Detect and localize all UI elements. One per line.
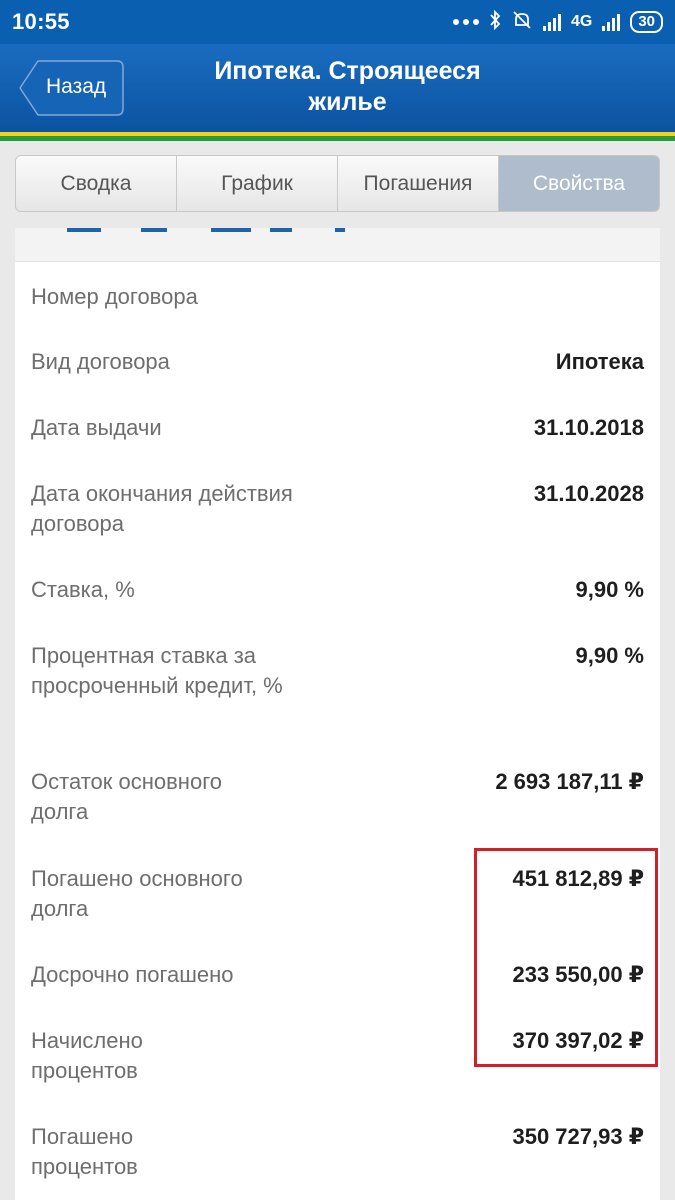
segmented-tabs: Сводка График Погашения Свойства	[15, 155, 660, 212]
tab-schedule[interactable]: График	[177, 156, 338, 211]
back-button[interactable]: Назад	[18, 60, 124, 116]
mute-icon	[511, 10, 533, 35]
page-title-line-2: жилье	[308, 88, 387, 116]
property-label: Досрочно погашено	[31, 962, 234, 987]
page-title: Ипотека. Строящееся жилье	[160, 56, 535, 118]
property-label: Процентная ставка за просроченный кредит…	[31, 643, 283, 698]
tab-repayments[interactable]: Погашения	[338, 156, 499, 211]
status-time: 10:55	[12, 9, 70, 34]
property-label: Вид договора	[31, 349, 170, 374]
bluetooth-icon	[489, 9, 501, 35]
property-value: 9,90 %	[575, 577, 645, 602]
tab-summary[interactable]: Сводка	[16, 156, 177, 211]
property-label: Дата окончания действия договора	[31, 481, 293, 536]
property-label: Погашено процентов	[31, 1124, 138, 1179]
page-title-line-1: Ипотека. Строящееся	[214, 57, 481, 85]
property-label: Дата выдачи	[31, 415, 162, 440]
more-notifications-icon	[452, 19, 479, 25]
property-value: Ипотека	[555, 349, 644, 374]
network-type: 4G	[570, 13, 593, 30]
property-value: 9,90 %	[575, 643, 645, 668]
signal-1-icon	[542, 13, 561, 31]
app-header: Назад Ипотека. Строящееся жилье	[0, 44, 675, 128]
signal-2-icon	[602, 13, 621, 31]
property-value: 350 727,93 ₽	[512, 1124, 644, 1149]
status-bar: 10:55 4G 30	[0, 0, 675, 44]
highlight-annotation-box	[474, 848, 658, 1067]
battery-icon: 30	[630, 11, 663, 33]
property-label: Ставка, %	[31, 577, 135, 602]
tab-properties[interactable]: Свойства	[499, 156, 659, 211]
property-value: 31.10.2018	[533, 415, 644, 440]
property-label: Остаток основного долга	[31, 769, 222, 824]
property-value: 31.10.2028	[533, 481, 644, 506]
property-label: Начислено процентов	[31, 1028, 143, 1083]
header-stripe-green	[0, 136, 675, 141]
property-label: Погашено основного долга	[31, 866, 243, 921]
property-label: Номер договора	[31, 284, 198, 309]
status-icons: 4G 30	[452, 8, 663, 36]
back-button-label: Назад	[46, 75, 107, 98]
scrolled-section-header	[15, 228, 660, 262]
property-value: 2 693 187,11 ₽	[495, 769, 644, 794]
